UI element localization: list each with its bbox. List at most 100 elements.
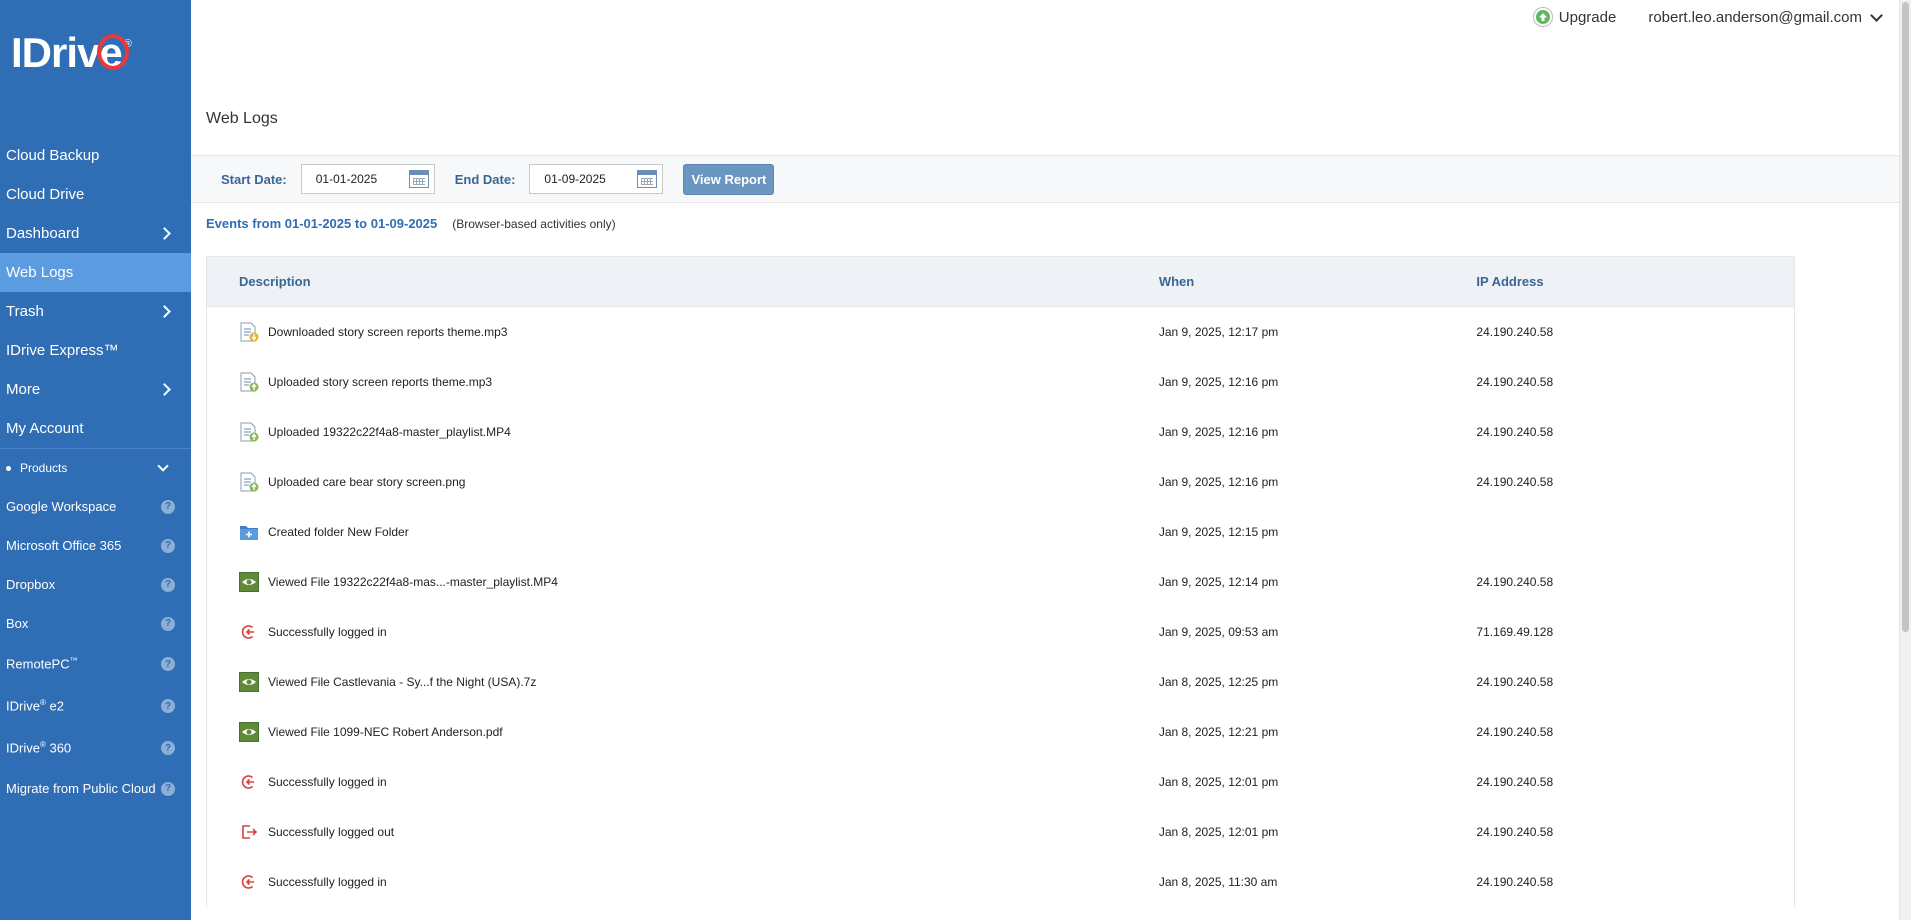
header-description[interactable]: Description: [207, 274, 1159, 289]
product-item[interactable]: Box?: [0, 604, 191, 643]
description-text: Successfully logged out: [268, 825, 395, 839]
sidebar-item-label: Cloud Backup: [6, 147, 100, 164]
help-icon[interactable]: ?: [161, 699, 175, 713]
product-item[interactable]: IDrive® e2?: [0, 685, 191, 727]
row-description: Created folder New Folder: [207, 522, 1159, 542]
row-when: Jan 9, 2025, 12:16 pm: [1158, 425, 1279, 439]
table-row: Created folder New Folder Jan 9, 2025, 12…: [207, 507, 1794, 557]
sidebar-item-cloud-drive[interactable]: Cloud Drive: [0, 175, 191, 214]
row-ip-address: 24.190.240.58: [1476, 575, 1554, 589]
row-when: Jan 9, 2025, 12:14 pm: [1158, 575, 1279, 589]
product-label: Microsoft Office 365: [6, 538, 122, 553]
products-heading: Products: [6, 461, 67, 475]
product-item[interactable]: Dropbox?: [0, 565, 191, 604]
help-icon[interactable]: ?: [161, 741, 175, 755]
upload-file-icon: [239, 472, 259, 492]
product-label: Dropbox: [6, 577, 56, 592]
row-when: Jan 9, 2025, 09:53 am: [1158, 625, 1279, 639]
product-item[interactable]: Microsoft Office 365?: [0, 526, 191, 565]
row-when: Jan 8, 2025, 12:01 pm: [1158, 775, 1279, 789]
row-ip-address: 24.190.240.58: [1476, 375, 1554, 389]
sidebar-item-web-logs[interactable]: Web Logs: [0, 253, 191, 292]
table-row: Uploaded 19322c22f4a8-master_playlist.MP…: [207, 407, 1794, 457]
idrive-logo[interactable]: IDriv e ®: [11, 28, 132, 78]
logo-e-lock-icon: e: [97, 28, 130, 78]
upgrade-link[interactable]: Upgrade: [1532, 7, 1616, 27]
description-text: Successfully logged in: [268, 875, 387, 889]
view-file-icon: [239, 672, 259, 692]
row-ip-address: 24.190.240.58: [1476, 875, 1554, 889]
description-text: Successfully logged in: [268, 625, 387, 639]
product-item[interactable]: IDrive® 360?: [0, 727, 191, 769]
start-date-value: 01-01-2025: [315, 172, 378, 186]
calendar-icon[interactable]: [408, 170, 429, 188]
calendar-icon[interactable]: [637, 170, 658, 188]
product-item[interactable]: Google Workspace?: [0, 487, 191, 526]
help-icon[interactable]: ?: [161, 781, 175, 796]
help-icon[interactable]: ?: [161, 657, 175, 671]
row-when: Jan 8, 2025, 12:01 pm: [1158, 825, 1279, 839]
sidebar-item-label: More: [6, 381, 41, 398]
row-ip-address: 24.190.240.58: [1476, 325, 1554, 339]
end-date-label: End Date:: [454, 171, 516, 187]
upgrade-arrow-icon: [1532, 7, 1553, 27]
row-description: Uploaded care bear story screen.png: [207, 472, 1159, 492]
start-date-input[interactable]: 01-01-2025: [300, 164, 435, 194]
header-ip-address[interactable]: IP Address: [1476, 274, 1794, 289]
view-report-button[interactable]: View Report: [683, 163, 775, 195]
description-text: Viewed File 19322c22f4a8-mas...-master_p…: [268, 575, 558, 589]
end-date-value: 01-09-2025: [544, 172, 606, 186]
sidebar-item-my-account[interactable]: My Account: [0, 409, 191, 448]
row-ip-address: 24.190.240.58: [1476, 675, 1554, 689]
sidebar-item-cloud-backup[interactable]: Cloud Backup: [0, 136, 191, 175]
table-header: Description When IP Address: [207, 257, 1794, 307]
page-title: Web Logs: [206, 110, 278, 127]
help-icon[interactable]: ?: [161, 616, 175, 631]
product-item[interactable]: RemotePC™?: [0, 643, 191, 685]
download-file-icon: [239, 322, 259, 342]
row-when: Jan 9, 2025, 12:15 pm: [1158, 525, 1279, 539]
view-file-icon: [239, 572, 259, 592]
table-row: Successfully logged in Jan 8, 2025, 12:01…: [207, 757, 1794, 807]
sidebar-item-more[interactable]: More: [0, 370, 191, 409]
end-date-input[interactable]: 01-09-2025: [529, 164, 664, 194]
products-toggle[interactable]: Products: [0, 448, 191, 487]
chevron-down-icon: [1870, 8, 1883, 22]
sidebar-item-label: Dashboard: [6, 225, 80, 242]
help-icon[interactable]: ?: [161, 577, 175, 592]
scrollbar-thumb[interactable]: [1902, 2, 1909, 632]
events-summary: Events from 01-01-2025 to 01-09-2025 (Br…: [206, 216, 616, 231]
row-description: Uploaded 19322c22f4a8-master_playlist.MP…: [207, 422, 1159, 442]
row-ip-address: 71.169.49.128: [1476, 625, 1554, 639]
row-description: Viewed File 1099-NEC Robert Anderson.pdf: [207, 722, 1159, 742]
sidebar-item-dashboard[interactable]: Dashboard: [0, 214, 191, 253]
row-when: Jan 8, 2025, 12:25 pm: [1158, 675, 1279, 689]
login-icon: [239, 872, 259, 892]
row-description: Viewed File 19322c22f4a8-mas...-master_p…: [207, 572, 1159, 592]
events-note: (Browser-based activities only): [452, 216, 616, 231]
header-when[interactable]: When: [1159, 274, 1477, 289]
chevron-right-icon: [158, 227, 171, 240]
sidebar-item-trash[interactable]: Trash: [0, 292, 191, 331]
row-description: Uploaded story screen reports theme.mp3: [207, 372, 1159, 392]
help-icon[interactable]: ?: [161, 499, 175, 514]
sidebar-item-label: IDrive Express™: [6, 342, 119, 359]
sidebar-item-idrive-express[interactable]: IDrive Express™: [0, 331, 191, 370]
row-when: Jan 8, 2025, 11:30 am: [1158, 875, 1278, 889]
bullet-icon: [6, 466, 11, 472]
help-icon[interactable]: ?: [161, 538, 175, 553]
row-ip-address: 24.190.240.58: [1476, 475, 1554, 489]
row-when: Jan 9, 2025, 12:16 pm: [1158, 375, 1279, 389]
product-label: Box: [6, 616, 29, 631]
account-menu[interactable]: robert.leo.anderson@gmail.com: [1648, 8, 1883, 26]
row-ip-address: 24.190.240.58: [1476, 725, 1554, 739]
row-description: Successfully logged in: [207, 772, 1159, 792]
description-text: Viewed File Castlevania - Sy...f the Nig…: [268, 675, 537, 689]
row-description: Successfully logged out: [207, 822, 1159, 842]
login-icon: [239, 622, 259, 642]
product-label: Google Workspace: [6, 499, 117, 514]
sidebar: IDriv e ® Cloud Backup Cloud Drive Dashboa…: [0, 0, 191, 920]
page-scrollbar[interactable]: [1899, 0, 1911, 920]
product-item[interactable]: Migrate from Public Cloud?: [0, 769, 191, 808]
table-row: Successfully logged out Jan 8, 2025, 12:0…: [207, 807, 1794, 857]
